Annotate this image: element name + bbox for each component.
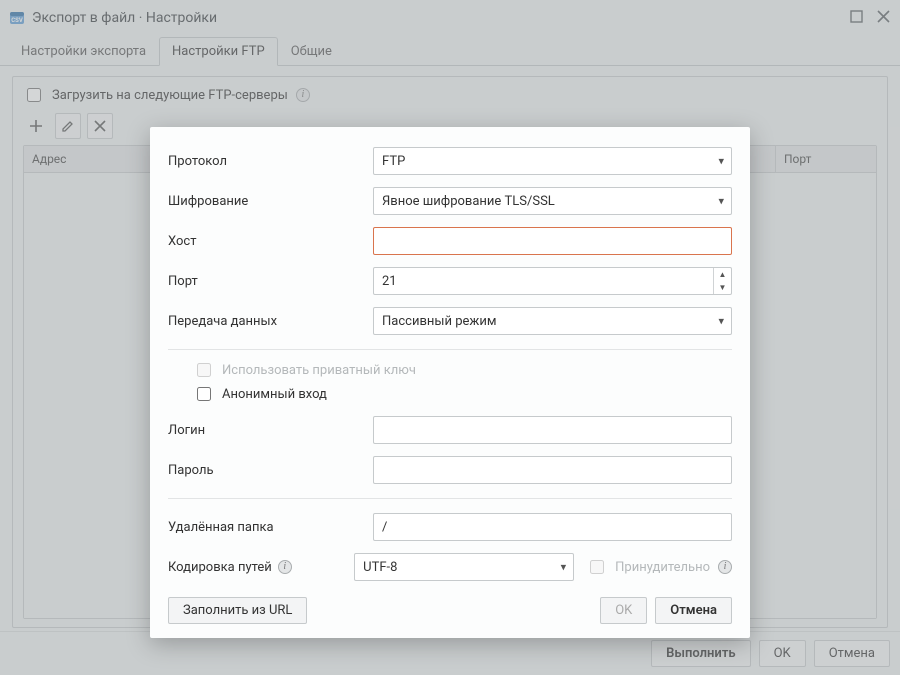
encoding-select[interactable]: [354, 553, 574, 581]
port-input[interactable]: [373, 267, 732, 295]
protocol-select[interactable]: [373, 147, 732, 175]
encoding-label: Кодировка путей: [168, 560, 272, 575]
port-step-down[interactable]: ▼: [714, 281, 731, 294]
host-label: Хост: [168, 234, 373, 249]
info-icon[interactable]: i: [718, 560, 732, 574]
force-label: Принудительно: [615, 560, 710, 575]
info-icon[interactable]: i: [278, 560, 292, 574]
anonymous-checkbox[interactable]: [197, 387, 211, 401]
private-key-checkbox: [197, 363, 211, 377]
force-checkbox: [590, 560, 604, 574]
modal-cancel-button[interactable]: Отмена: [655, 597, 732, 624]
password-input[interactable]: [373, 456, 732, 484]
anonymous-label: Анонимный вход: [222, 387, 327, 402]
encryption-label: Шифрование: [168, 194, 373, 209]
port-label: Порт: [168, 274, 373, 289]
transfer-label: Передача данных: [168, 314, 373, 329]
password-label: Пароль: [168, 463, 373, 478]
encryption-select[interactable]: [373, 187, 732, 215]
login-input[interactable]: [373, 416, 732, 444]
ftp-connection-dialog: Протокол Шифрование Хост Порт ▲ ▼ Переда…: [150, 127, 750, 638]
login-label: Логин: [168, 423, 373, 438]
host-input[interactable]: [373, 227, 732, 255]
protocol-label: Протокол: [168, 154, 373, 169]
separator: [168, 349, 732, 350]
private-key-label: Использовать приватный ключ: [222, 363, 416, 378]
fill-from-url-button[interactable]: Заполнить из URL: [168, 597, 307, 624]
separator: [168, 498, 732, 499]
port-step-up[interactable]: ▲: [714, 268, 731, 281]
remote-dir-input[interactable]: [373, 513, 732, 541]
remote-dir-label: Удалённая папка: [168, 520, 373, 535]
transfer-select[interactable]: [373, 307, 732, 335]
modal-ok-button[interactable]: OK: [600, 597, 647, 624]
